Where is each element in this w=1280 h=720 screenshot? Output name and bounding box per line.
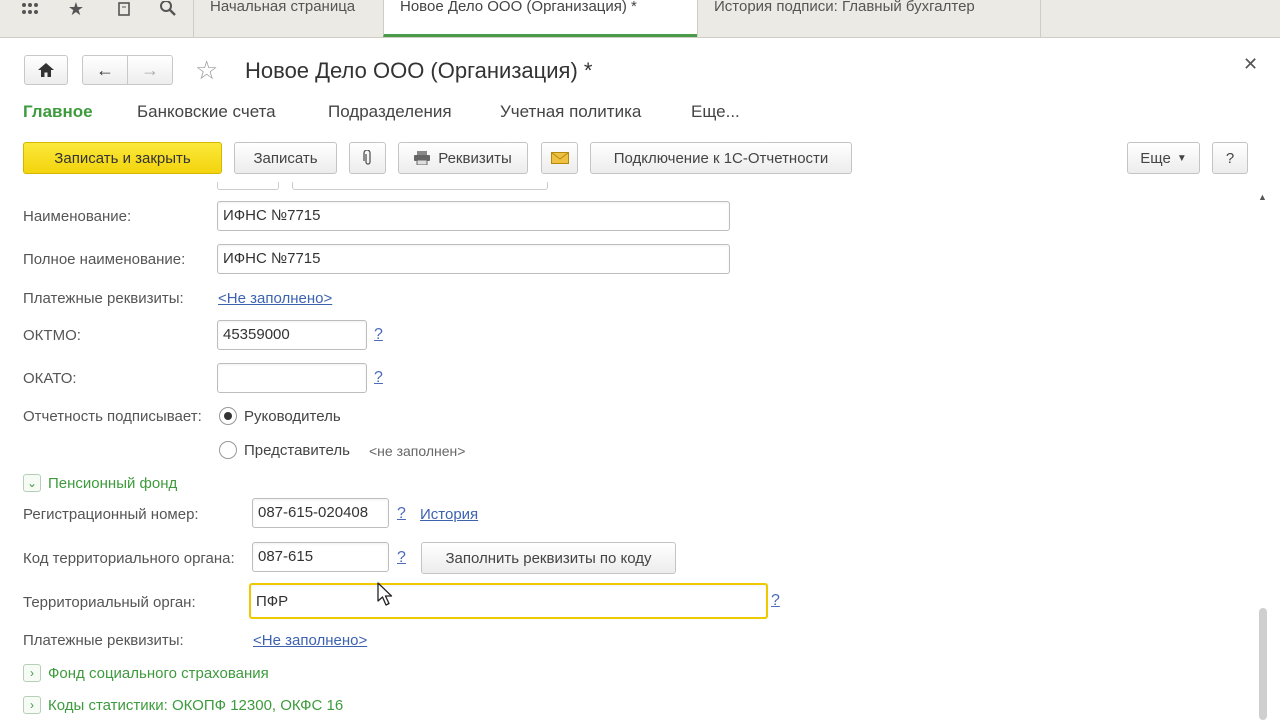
territorial-organ-label: Территориальный орган: [23, 594, 196, 611]
tab-home-label: Начальная страница [210, 0, 356, 15]
nav-accounting-policy[interactable]: Учетная политика [500, 102, 641, 122]
home-button[interactable] [24, 55, 68, 85]
forward-button[interactable]: → [127, 55, 173, 85]
save-button[interactable]: Записать [234, 142, 337, 174]
attach-button[interactable] [349, 142, 386, 174]
scroll-up-icon[interactable]: ▲ [1258, 192, 1267, 202]
apps-grid-icon[interactable] [18, 0, 42, 18]
email-button[interactable] [541, 142, 578, 174]
reg-number-help-icon[interactable]: ? [397, 505, 406, 523]
okato-help-icon[interactable]: ? [374, 369, 383, 387]
arrow-right-icon: → [141, 59, 159, 80]
reg-number-input[interactable]: 087-615-020408 [252, 498, 389, 528]
radio-representative[interactable] [219, 441, 237, 459]
territorial-code-label: Код территориального органа: [23, 550, 235, 567]
oktmo-help-icon[interactable]: ? [374, 326, 383, 344]
fss-toggle[interactable]: › [23, 664, 41, 682]
scrolled-field-2 [292, 182, 548, 190]
tab-new-delo-label: Новое Дело ООО (Организация) * [400, 0, 637, 15]
okato-label: ОКАТО: [23, 370, 77, 387]
nav-main[interactable]: Главное [23, 102, 93, 122]
back-button[interactable]: ← [82, 55, 128, 85]
pension-toggle[interactable]: ⌄ [23, 474, 41, 492]
pension-payment-label: Платежные реквизиты: [23, 632, 184, 649]
territorial-organ-input[interactable]: ПФР [249, 583, 768, 619]
favorite-star-icon[interactable]: ☆ [195, 55, 218, 86]
nav-subdivisions[interactable]: Подразделения [328, 102, 452, 122]
chevron-down-icon: ⌄ [26, 476, 38, 490]
nav-more[interactable]: Еще... [691, 102, 740, 122]
pension-group-title[interactable]: Пенсионный фонд [48, 475, 177, 492]
paperclip-icon [362, 150, 371, 165]
pension-payment-link[interactable]: <Не заполнено> [253, 632, 367, 649]
territorial-code-input[interactable]: 087-615 [252, 542, 389, 572]
section-tab-bar: ★ Начальная страница Новое Дело ООО (Орг… [0, 0, 1280, 38]
tab-home[interactable]: Начальная страница [193, 0, 383, 37]
full-name-input[interactable]: ИФНС №7715 [217, 244, 730, 274]
tab-signature-history[interactable]: История подписи: Главный бухгалтер [697, 0, 1041, 37]
payment-label: Платежные реквизиты: [23, 290, 184, 307]
radio-representative-label: Представитель [244, 442, 350, 459]
scrollbar[interactable]: ▲ [1256, 192, 1270, 720]
stats-group-title[interactable]: Коды статистики: ОКОПФ 12300, ОКФС 16 [48, 697, 343, 714]
mouse-cursor-icon [377, 582, 393, 606]
full-name-label: Полное наименование: [23, 251, 186, 268]
printer-icon [414, 151, 431, 165]
territorial-organ-help-icon[interactable]: ? [771, 592, 780, 610]
nav-bank-accounts[interactable]: Банковские счета [137, 102, 276, 122]
more-label: Еще [1140, 149, 1171, 167]
help-button[interactable]: ? [1212, 142, 1248, 174]
chevron-down-icon: ▼ [1176, 152, 1187, 164]
envelope-icon [550, 152, 569, 164]
scroll-thumb[interactable] [1259, 608, 1267, 720]
representative-note: <не заполнен> [369, 443, 466, 459]
arrow-left-icon: ← [96, 59, 114, 80]
okato-input[interactable] [217, 363, 367, 393]
oktmo-label: ОКТМО: [23, 327, 81, 344]
scrolled-field-1 [217, 182, 279, 190]
search-icon[interactable] [156, 0, 180, 18]
radio-head[interactable] [219, 407, 237, 425]
fill-by-code-button[interactable]: Заполнить реквизиты по коду [421, 542, 676, 574]
history-clipboard-icon[interactable] [112, 0, 136, 18]
territorial-code-help-icon[interactable]: ? [397, 549, 406, 567]
connect-1c-reporting-button[interactable]: Подключение к 1С-Отчетности [590, 142, 852, 174]
close-icon[interactable]: ✕ [1243, 54, 1258, 75]
save-and-close-button[interactable]: Записать и закрыть [23, 142, 222, 174]
requisites-button[interactable]: Реквизиты [398, 142, 528, 174]
favorites-star-icon[interactable]: ★ [64, 0, 88, 19]
history-link[interactable]: История [420, 506, 478, 523]
tab-new-delo[interactable]: Новое Дело ООО (Организация) * [383, 0, 697, 37]
tab-signature-history-label: История подписи: Главный бухгалтер [714, 0, 975, 15]
fss-group-title[interactable]: Фонд социального страхования [48, 665, 269, 682]
name-input[interactable]: ИФНС №7715 [217, 201, 730, 231]
name-label: Наименование: [23, 208, 132, 225]
requisites-label: Реквизиты [438, 149, 512, 167]
payment-link[interactable]: <Не заполнено> [218, 290, 332, 307]
chevron-right-icon: › [30, 698, 34, 712]
home-icon [38, 63, 54, 77]
stats-toggle[interactable]: › [23, 696, 41, 714]
chevron-right-icon: › [30, 666, 34, 680]
signer-label: Отчетность подписывает: [23, 408, 202, 425]
oktmo-input[interactable]: 45359000 [217, 320, 367, 350]
form-title: Новое Дело ООО (Организация) * [245, 58, 593, 83]
more-button[interactable]: Еще ▼ [1127, 142, 1200, 174]
radio-head-label: Руководитель [244, 408, 341, 425]
reg-number-label: Регистрационный номер: [23, 506, 199, 523]
